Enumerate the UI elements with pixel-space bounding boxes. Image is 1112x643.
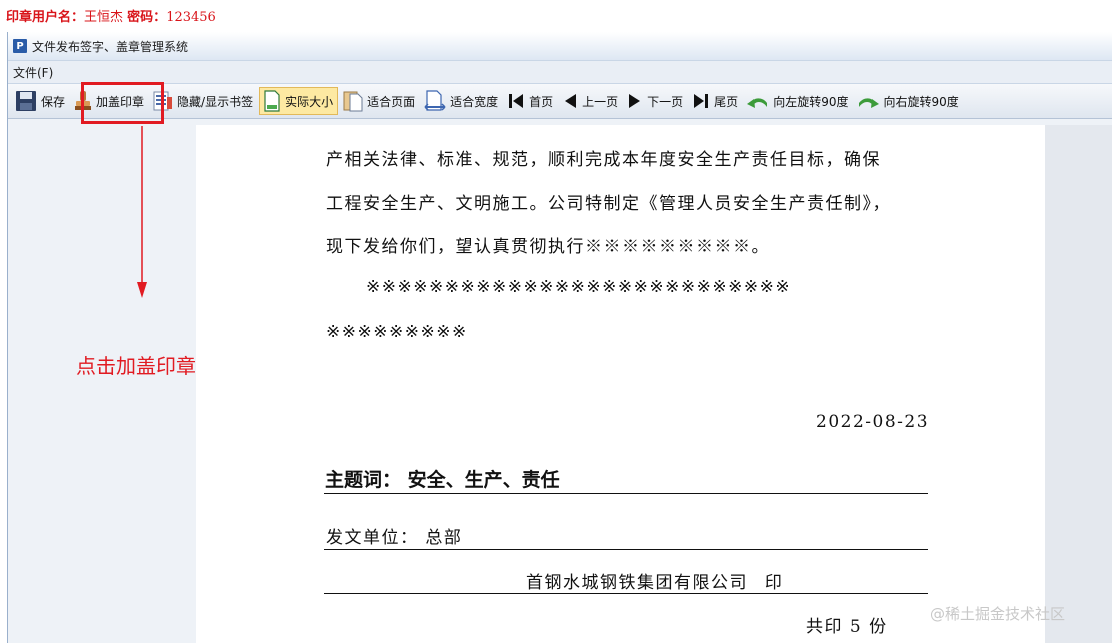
rotate-left-icon bbox=[747, 98, 768, 108]
credentials-password: 123456 bbox=[166, 10, 216, 25]
document-line: ※※※※※※※※※※※※※※※※※※※※※※※※※※※ bbox=[366, 277, 792, 297]
fit-page-label: 适合页面 bbox=[367, 94, 416, 109]
window-title: 文件发布签字、盖章管理系统 bbox=[32, 39, 189, 54]
credentials-password-label: 密码： bbox=[127, 10, 167, 25]
fit-width-button[interactable]: 适合宽度 bbox=[421, 87, 502, 115]
rotate-left-button[interactable]: 向左旋转90度 bbox=[744, 87, 852, 115]
divider bbox=[324, 593, 928, 594]
issuer-line: 首钢水城钢铁集团有限公司 印 bbox=[526, 568, 783, 593]
last-page-label: 尾页 bbox=[714, 94, 739, 109]
fit-page-button[interactable]: 适合页面 bbox=[340, 87, 419, 115]
credentials-note: 印章用户名：王恒杰 密码：123456 bbox=[6, 6, 216, 25]
annotation-arrow bbox=[137, 126, 147, 298]
credentials-prefix: 印章用户名： bbox=[6, 10, 85, 25]
toggle-bookmark-label: 隐藏/显示书签 bbox=[177, 94, 254, 109]
subject-label: 主题词： bbox=[325, 469, 402, 491]
rotate-right-icon bbox=[859, 98, 880, 108]
next-page-button[interactable]: 下一页 bbox=[624, 87, 687, 115]
toolbar: 保存 加盖印章 隐藏/显示书签 实际大小 适合页面 适合宽度 首页 上一页 下一… bbox=[8, 83, 1112, 119]
last-page-button[interactable]: 尾页 bbox=[689, 87, 742, 115]
toggle-bookmark-button[interactable]: 隐藏/显示书签 bbox=[150, 87, 257, 115]
app-icon: P bbox=[13, 39, 27, 53]
fit-width-icon bbox=[424, 90, 446, 111]
rotate-left-label: 向左旋转90度 bbox=[773, 94, 849, 109]
subject-value: 安全、生产、责任 bbox=[407, 469, 560, 491]
copies-count: 共印 5 份 bbox=[806, 617, 888, 637]
document-line: 工程安全生产、文明施工。公司特制定《管理人员安全生产责任制》， bbox=[326, 194, 891, 214]
menu-bar: 文件(F) bbox=[8, 60, 1112, 83]
credentials-username: 王恒杰 bbox=[84, 10, 124, 25]
document-line: 产相关法律、标准、规范，顺利完成本年度安全生产责任目标，确保 bbox=[326, 150, 881, 170]
document-line: ※※※※※※※※※ bbox=[326, 322, 468, 342]
document-gutter bbox=[1045, 125, 1112, 643]
fit-page-icon bbox=[343, 91, 363, 112]
divider bbox=[324, 549, 928, 550]
actual-size-button[interactable]: 实际大小 bbox=[259, 87, 339, 115]
title-bar: P 文件发布签字、盖章管理系统 bbox=[8, 32, 1112, 60]
save-label: 保存 bbox=[41, 94, 66, 109]
save-button[interactable]: 保存 bbox=[12, 87, 69, 115]
first-page-label: 首页 bbox=[529, 94, 554, 109]
watermark: @稀土掘金技术社区 bbox=[930, 605, 1066, 623]
next-page-icon bbox=[629, 94, 641, 108]
divider bbox=[324, 493, 928, 494]
fit-width-label: 适合宽度 bbox=[450, 94, 499, 109]
document-date: 2022-08-23 bbox=[816, 412, 930, 432]
actual-size-label: 实际大小 bbox=[285, 94, 334, 109]
issuer-name: 首钢水城钢铁集团有限公司 bbox=[526, 573, 748, 593]
prev-page-button[interactable]: 上一页 bbox=[559, 87, 622, 115]
sender-value: 总部 bbox=[425, 528, 463, 548]
next-page-label: 下一页 bbox=[647, 94, 684, 109]
first-page-button[interactable]: 首页 bbox=[504, 87, 557, 115]
rotate-right-label: 向右旋转90度 bbox=[883, 94, 959, 109]
prev-page-label: 上一页 bbox=[582, 94, 619, 109]
page-icon bbox=[264, 90, 280, 112]
menu-file[interactable]: 文件(F) bbox=[8, 64, 58, 81]
save-icon bbox=[16, 91, 36, 111]
issuer-seal-mark: 印 bbox=[764, 573, 784, 593]
first-page-icon bbox=[509, 94, 524, 108]
subject-line: 主题词： 安全、生产、责任 bbox=[325, 465, 560, 492]
annotation-text: 点击加盖印章 bbox=[76, 354, 196, 378]
sender-line: 发文单位： 总部 bbox=[326, 523, 462, 548]
rotate-right-button[interactable]: 向右旋转90度 bbox=[854, 87, 962, 115]
prev-page-icon bbox=[565, 94, 577, 108]
document-line: 现下发给你们，望认真贯彻执行※※※※※※※※※。 bbox=[326, 237, 770, 257]
highlight-add-seal bbox=[81, 82, 164, 124]
sender-label: 发文单位： bbox=[326, 528, 419, 548]
last-page-icon bbox=[694, 94, 709, 108]
